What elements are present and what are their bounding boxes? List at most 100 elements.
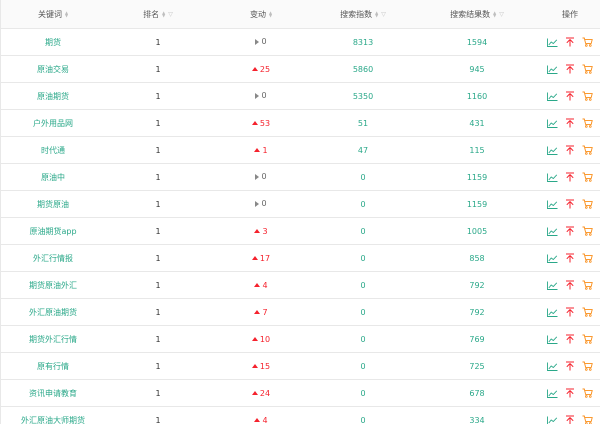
filter-icon[interactable]: ▽: [168, 11, 173, 18]
pin-top-icon[interactable]: [565, 118, 575, 128]
pin-top-icon[interactable]: [565, 253, 575, 263]
row-actions: [539, 199, 600, 209]
keyword-link[interactable]: 外汇原油大师期货: [1, 415, 105, 424]
keyword-link[interactable]: 资讯申请教育: [1, 388, 105, 399]
search-index-value: 0: [360, 361, 366, 371]
pin-top-icon[interactable]: [565, 415, 575, 424]
pin-top-icon[interactable]: [565, 334, 575, 344]
col-change[interactable]: 变动 ▲ ▼: [211, 9, 311, 20]
filter-icon[interactable]: ▽: [499, 11, 504, 18]
shopping-cart-icon[interactable]: [582, 199, 593, 209]
shopping-cart-icon[interactable]: [582, 226, 593, 236]
col-search-index-label: 搜索指数: [340, 9, 373, 19]
line-chart-icon[interactable]: [547, 308, 558, 317]
arrow-up-icon: [254, 229, 261, 234]
table-row: 原有行情 1 15 0 725: [1, 353, 600, 380]
keyword-link[interactable]: 外汇行情报: [1, 253, 105, 264]
line-chart-icon[interactable]: [547, 389, 558, 398]
keyword-link[interactable]: 期货: [1, 37, 105, 48]
pin-top-icon[interactable]: [565, 145, 575, 155]
sort-icon[interactable]: ▲ ▼: [65, 11, 68, 18]
sort-icon[interactable]: ▲ ▼: [162, 11, 165, 18]
keyword-link[interactable]: 原油交易: [1, 64, 105, 75]
search-results-value: 1594: [466, 37, 488, 47]
line-chart-icon[interactable]: [547, 65, 558, 74]
line-chart-icon[interactable]: [547, 173, 558, 182]
arrow-up-icon: [251, 256, 258, 261]
line-chart-icon[interactable]: [547, 146, 558, 155]
shopping-cart-icon[interactable]: [582, 91, 593, 101]
table-row: 原油中 1 0 0 1159: [1, 164, 600, 191]
pin-top-icon[interactable]: [565, 388, 575, 398]
pin-top-icon[interactable]: [565, 172, 575, 182]
keyword-link[interactable]: 原油期货app: [1, 226, 105, 237]
keyword-link[interactable]: 期货外汇行情: [1, 334, 105, 345]
table-row: 期货外汇行情 1 10 0 769: [1, 326, 600, 353]
col-rank-label: 排名: [143, 9, 160, 19]
pin-top-icon[interactable]: [565, 307, 575, 317]
keyword-link[interactable]: 户外用品网: [1, 118, 105, 129]
pin-top-icon[interactable]: [565, 37, 575, 47]
pin-top-icon[interactable]: [565, 361, 575, 371]
sort-icon[interactable]: ▲ ▼: [375, 11, 378, 18]
search-index-value: 0: [360, 253, 366, 263]
shopping-cart-icon[interactable]: [582, 280, 593, 290]
pin-top-icon[interactable]: [565, 64, 575, 74]
keyword-link[interactable]: 外汇原油期货: [1, 307, 105, 318]
col-keyword[interactable]: 关键词 ▲ ▼: [1, 9, 105, 20]
line-chart-icon[interactable]: [547, 200, 558, 209]
arrow-up-icon: [251, 391, 258, 396]
keyword-link[interactable]: 原有行情: [1, 361, 105, 372]
change-value: 4: [262, 280, 268, 290]
col-search-index[interactable]: 搜索指数 ▲ ▼ ▽: [311, 9, 415, 20]
keyword-link[interactable]: 原油期货: [1, 91, 105, 102]
col-search-results[interactable]: 搜索结果数 ▲ ▼ ▽: [415, 9, 539, 20]
line-chart-icon[interactable]: [547, 281, 558, 290]
sort-icon[interactable]: ▲ ▼: [269, 11, 272, 18]
pin-top-icon[interactable]: [565, 91, 575, 101]
change-cell: 0: [211, 91, 311, 101]
keyword-link[interactable]: 原油中: [1, 172, 105, 183]
shopping-cart-icon[interactable]: [582, 145, 593, 155]
col-rank[interactable]: 排名 ▲ ▼ ▽: [105, 9, 211, 20]
filter-icon[interactable]: ▽: [381, 11, 386, 18]
keyword-link[interactable]: 时代通: [1, 145, 105, 156]
col-keyword-label: 关键词: [37, 9, 62, 19]
shopping-cart-icon[interactable]: [582, 415, 593, 424]
line-chart-icon[interactable]: [547, 119, 558, 128]
shopping-cart-icon[interactable]: [582, 307, 593, 317]
shopping-cart-icon[interactable]: [582, 118, 593, 128]
arrow-right-icon: [255, 92, 260, 99]
line-chart-icon[interactable]: [547, 335, 558, 344]
line-chart-icon[interactable]: [547, 227, 558, 236]
search-results-value: 1159: [466, 199, 488, 209]
rank-value: 1: [155, 226, 161, 236]
pin-top-icon[interactable]: [565, 199, 575, 209]
shopping-cart-icon[interactable]: [582, 172, 593, 182]
shopping-cart-icon[interactable]: [582, 37, 593, 47]
line-chart-icon[interactable]: [547, 38, 558, 47]
line-chart-icon[interactable]: [547, 254, 558, 263]
change-cell: 0: [211, 199, 311, 209]
sort-icon[interactable]: ▲ ▼: [493, 11, 496, 18]
line-chart-icon[interactable]: [547, 92, 558, 101]
row-actions: [539, 91, 600, 101]
keyword-link[interactable]: 期货原油外汇: [1, 280, 105, 291]
shopping-cart-icon[interactable]: [582, 64, 593, 74]
line-chart-icon[interactable]: [547, 416, 558, 424]
shopping-cart-icon[interactable]: [582, 334, 593, 344]
change-value: 1: [262, 145, 268, 155]
change-cell: 1: [211, 145, 311, 155]
pin-top-icon[interactable]: [565, 280, 575, 290]
col-search-results-label: 搜索结果数: [450, 9, 491, 19]
row-actions: [539, 145, 600, 155]
keyword-link[interactable]: 期货原油: [1, 199, 105, 210]
search-index-value: 0: [360, 415, 366, 424]
shopping-cart-icon[interactable]: [582, 388, 593, 398]
search-index-value: 51: [357, 118, 369, 128]
shopping-cart-icon[interactable]: [582, 253, 593, 263]
table-row: 原油交易 1 25 5860 945: [1, 56, 600, 83]
shopping-cart-icon[interactable]: [582, 361, 593, 371]
line-chart-icon[interactable]: [547, 362, 558, 371]
pin-top-icon[interactable]: [565, 226, 575, 236]
